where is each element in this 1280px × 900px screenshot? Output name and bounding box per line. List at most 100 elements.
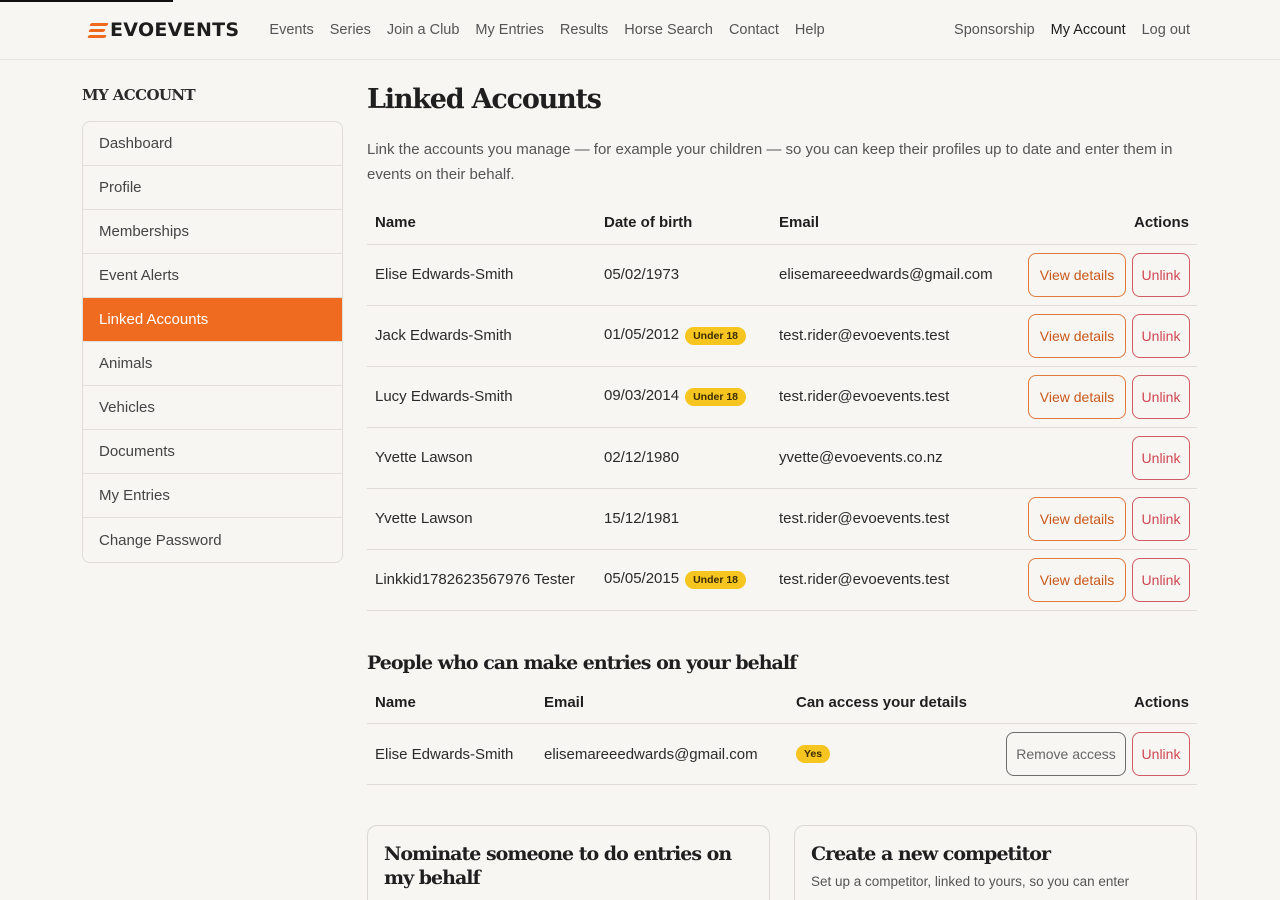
nav-my-account[interactable]: My Account — [1051, 22, 1126, 38]
intro-text: Link the accounts you manage — for examp… — [367, 141, 1173, 183]
row-email: test.rider@evoevents.test — [771, 488, 1012, 550]
action-cards: Nominate someone to do entries on my beh… — [367, 825, 1197, 900]
unlink-button[interactable]: Unlink — [1132, 435, 1190, 480]
sidebar-item-event-alerts[interactable]: Event Alerts — [83, 254, 342, 298]
col-name: Name — [367, 202, 596, 245]
nav-series[interactable]: Series — [330, 22, 371, 38]
table-header-row: Name Date of birth Email Actions — [367, 202, 1197, 245]
row-email: elisemareeedwards@gmail.com — [536, 723, 788, 785]
dob-value: 15/12/1981 — [604, 510, 680, 527]
create-competitor-card[interactable]: Create a new competitor Set up a competi… — [794, 825, 1197, 900]
dob-value: 02/12/1980 — [604, 449, 680, 466]
nominate-card-title: Nominate someone to do entries on my beh… — [384, 843, 732, 889]
row-dob: 05/02/1973 — [596, 244, 771, 306]
top-strip — [0, 0, 173, 2]
row-name: Elise Edwards-Smith — [367, 723, 536, 785]
row-actions: Remove access Unlink — [986, 723, 1197, 785]
sidebar-item-vehicles[interactable]: Vehicles — [83, 386, 342, 430]
nav-join-a-club[interactable]: Join a Club — [387, 22, 460, 38]
row-dob: 09/03/2014 Under 18 — [596, 366, 771, 428]
unlink-button[interactable]: Unlink — [1132, 252, 1190, 297]
row-email: elisemareeedwards@gmail.com — [771, 244, 1012, 306]
behalf-table: Name Email Can access your details Actio… — [367, 682, 1197, 785]
sidebar-item-profile[interactable]: Profile — [83, 166, 342, 210]
row-name: Elise Edwards-Smith — [367, 244, 596, 306]
sidebar-item-linked-accounts[interactable]: Linked Accounts — [83, 298, 342, 342]
unlink-button[interactable]: Unlink — [1132, 496, 1190, 541]
row-dob: 01/05/2012 Under 18 — [596, 305, 771, 367]
dob-value: 09/03/2014 — [604, 387, 680, 405]
sidebar-item-animals[interactable]: Animals — [83, 342, 342, 386]
nav-results[interactable]: Results — [560, 22, 608, 38]
dob-value: 05/02/1973 — [604, 266, 680, 283]
row-actions: View details Unlink — [1011, 244, 1197, 306]
col-actions: Actions — [986, 682, 1197, 724]
sidebar-item-memberships[interactable]: Memberships — [83, 210, 342, 254]
table-row: Yvette Lawson 02/12/1980 yvette@evoevents.… — [367, 427, 1197, 489]
unlink-button[interactable]: Unlink — [1132, 557, 1190, 602]
main-content: Linked Accounts Link the accounts you ma… — [367, 84, 1197, 900]
row-email: test.rider@evoevents.test — [771, 366, 1012, 428]
behalf-section-title: People who can make entries on your beha… — [367, 651, 797, 674]
nav-help[interactable]: Help — [795, 22, 825, 38]
brand-logo[interactable]: EVOEVENTS — [87, 19, 239, 41]
nav-horse-search[interactable]: Horse Search — [624, 22, 713, 38]
unlink-button[interactable]: Unlink — [1132, 732, 1190, 776]
nominate-card[interactable]: Nominate someone to do entries on my beh… — [367, 825, 770, 900]
nav-events[interactable]: Events — [269, 22, 313, 38]
page-title: Linked Accounts — [367, 84, 602, 115]
table-row: Linkkid1782623567976 Tester 05/05/2015 Und… — [367, 549, 1197, 611]
nav-log-out[interactable]: Log out — [1142, 22, 1190, 38]
nav-sponsorship[interactable]: Sponsorship — [954, 22, 1035, 38]
row-email: yvette@evoevents.co.nz — [771, 427, 1012, 489]
create-competitor-card-title: Create a new competitor — [811, 843, 1051, 865]
site-header: EVOEVENTS Events Series Join a Club My E… — [0, 0, 1280, 60]
col-email: Email — [771, 202, 1012, 245]
nav-contact[interactable]: Contact — [729, 22, 779, 38]
sidebar-title: MY ACCOUNT — [82, 86, 196, 104]
table-header-row: Name Email Can access your details Actio… — [367, 682, 1197, 724]
remove-access-button[interactable]: Remove access — [1006, 732, 1126, 776]
table-row: Elise Edwards-Smith 05/02/1973 elisemareee… — [367, 244, 1197, 306]
view-details-button[interactable]: View details — [1028, 496, 1126, 541]
account-nav: Sponsorship My Account Log out — [954, 22, 1190, 38]
row-actions: Unlink — [1011, 427, 1197, 489]
sidebar-item-change-password[interactable]: Change Password — [83, 518, 342, 562]
account-sidebar: MY ACCOUNT Dashboard Profile Memberships… — [82, 86, 343, 563]
col-name: Name — [367, 682, 536, 724]
table-row: Yvette Lawson 15/12/1981 test.rider@evoeve… — [367, 488, 1197, 550]
row-name: Yvette Lawson — [367, 427, 596, 489]
unlink-button[interactable]: Unlink — [1132, 313, 1190, 358]
row-email: test.rider@evoevents.test — [771, 305, 1012, 367]
table-row: Elise Edwards-Smith elisemareeedwards@gm… — [367, 723, 1197, 785]
sidebar-item-documents[interactable]: Documents — [83, 430, 342, 474]
under-18-badge: Under 18 — [685, 387, 747, 406]
unlink-button[interactable]: Unlink — [1132, 374, 1190, 419]
row-name: Lucy Edwards-Smith — [367, 366, 596, 428]
row-name: Yvette Lawson — [367, 488, 596, 550]
row-dob: 02/12/1980 — [596, 427, 771, 489]
dob-value: 05/05/2015 — [604, 570, 680, 588]
under-18-badge: Under 18 — [685, 326, 747, 345]
nav-my-entries[interactable]: My Entries — [475, 22, 544, 38]
sidebar-item-dashboard[interactable]: Dashboard — [83, 122, 342, 166]
col-email: Email — [536, 682, 788, 724]
col-actions: Actions — [1011, 202, 1197, 245]
view-details-button[interactable]: View details — [1028, 252, 1126, 297]
row-actions: View details Unlink — [1011, 305, 1197, 367]
view-details-button[interactable]: View details — [1028, 374, 1126, 419]
row-access: Yes — [788, 723, 987, 785]
view-details-button[interactable]: View details — [1028, 313, 1126, 358]
row-actions: View details Unlink — [1011, 488, 1197, 550]
row-actions: View details Unlink — [1011, 366, 1197, 428]
row-dob: 05/05/2015 Under 18 — [596, 549, 771, 611]
linked-accounts-table: Name Date of birth Email Actions Elise E… — [367, 202, 1197, 611]
row-dob: 15/12/1981 — [596, 488, 771, 550]
account-menu: Dashboard Profile Memberships Event Aler… — [82, 121, 343, 563]
table-row: Lucy Edwards-Smith 09/03/2014 Under 18 test… — [367, 366, 1197, 428]
row-email: test.rider@evoevents.test — [771, 549, 1012, 611]
main-nav: Events Series Join a Club My Entries Res… — [269, 22, 824, 38]
view-details-button[interactable]: View details — [1028, 557, 1126, 602]
access-badge: Yes — [796, 745, 831, 764]
sidebar-item-my-entries[interactable]: My Entries — [83, 474, 342, 518]
